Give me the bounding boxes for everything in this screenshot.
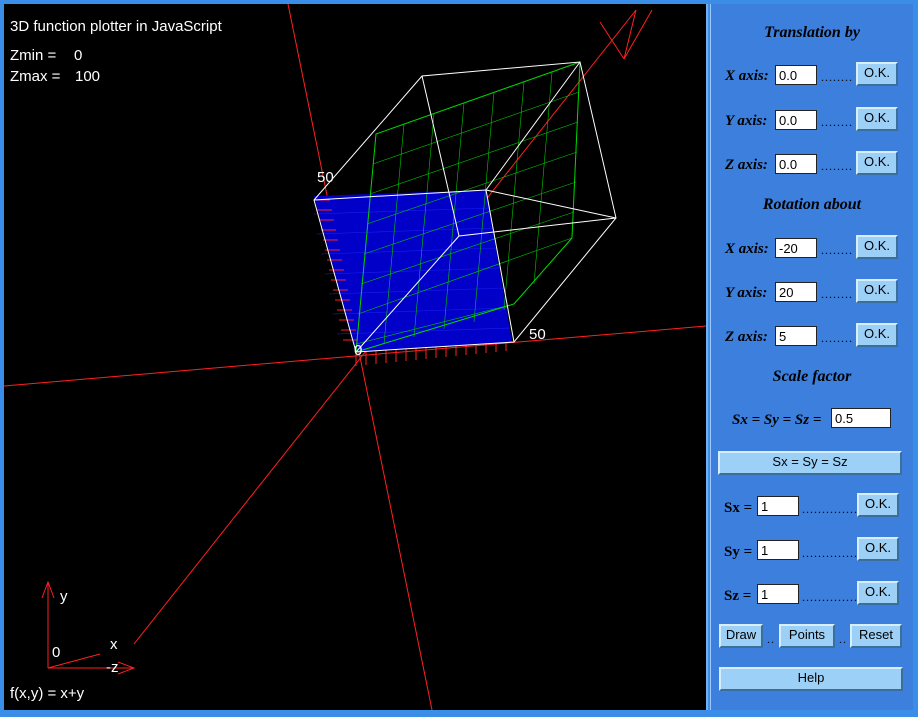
rotate-y-label: Y axis: [725,285,768,301]
function-label: f(x,y) = x+y [10,685,85,702]
translate-y-ok-button[interactable]: O.K. [856,107,898,131]
sy-label: Sy = [724,544,753,560]
rotate-z-label: Z axis: [725,329,768,345]
translation-heading: Translation by [764,24,860,41]
rotate-z-ok-button[interactable]: O.K. [856,323,898,347]
rotate-x-ok-button[interactable]: O.K. [856,235,898,259]
sz-input[interactable] [757,584,799,604]
reset-button[interactable]: Reset [850,624,902,648]
sy-input[interactable] [757,540,799,560]
rotate-x-input[interactable] [775,238,817,258]
points-button[interactable]: Points [779,624,835,648]
plot-canvas[interactable]: 3D function plotter in JavaScript Zmin =… [4,4,708,710]
translate-x-input[interactable] [775,65,817,85]
help-button[interactable]: Help [719,667,903,691]
translate-x-ok-button[interactable]: O.K. [856,62,898,86]
translate-x-label: X axis: [725,68,769,84]
dots: .............. [802,502,858,516]
dots: ........ [821,115,853,129]
rotation-heading: Rotation about [762,196,862,213]
zmin-value: 0 [74,47,83,64]
uniform-scale-input[interactable] [831,408,891,428]
draw-button[interactable]: Draw [719,624,763,648]
translate-y-label: Y axis: [725,113,768,129]
axes-icon-y: y [60,588,68,605]
axes-icon-origin: 0 [52,644,61,661]
dots: ........ [821,331,853,345]
tick-label-0: 0 [354,342,363,359]
sz-label: Sz = [724,588,752,604]
rotate-y-ok-button[interactable]: O.K. [856,279,898,303]
zmax-label: Zmax = [10,68,61,85]
translate-z-input[interactable] [775,154,817,174]
rotate-x-label: X axis: [725,241,769,257]
axes-icon-z: -z [106,659,119,676]
dots: .............. [802,590,858,604]
control-panel: Translation by X axis: ........ O.K. Y a… [710,4,913,710]
tick-label-50-left: 50 [317,169,334,186]
scale-heading: Scale factor [772,368,852,385]
uniform-scale-button[interactable]: Sx = Sy = Sz [718,451,902,475]
sx-input[interactable] [757,496,799,516]
plot-title: 3D function plotter in JavaScript [10,18,222,35]
rotate-y-input[interactable] [775,282,817,302]
sx-ok-button[interactable]: O.K. [857,493,899,517]
translate-y-input[interactable] [775,110,817,130]
dots: ........ [821,287,853,301]
dots: .. [767,632,775,646]
zmin-label: Zmin = [10,47,57,64]
sx-label: Sx = [724,500,753,516]
sy-ok-button[interactable]: O.K. [857,537,899,561]
rotate-z-input[interactable] [775,326,817,346]
axes-icon-x: x [110,636,118,653]
uniform-scale-label: Sx = Sy = Sz = [732,412,822,428]
dots: ........ [821,159,853,173]
translate-z-label: Z axis: [725,157,768,173]
z-axis-arrowhead [599,9,653,60]
zmax-value: 100 [75,68,101,85]
dots: .............. [802,546,858,560]
dots: .. [839,632,847,646]
tick-label-50-right: 50 [529,326,546,343]
translate-z-ok-button[interactable]: O.K. [856,151,898,175]
dots: ........ [821,70,853,84]
sz-ok-button[interactable]: O.K. [857,581,899,605]
dots: ........ [821,243,853,257]
